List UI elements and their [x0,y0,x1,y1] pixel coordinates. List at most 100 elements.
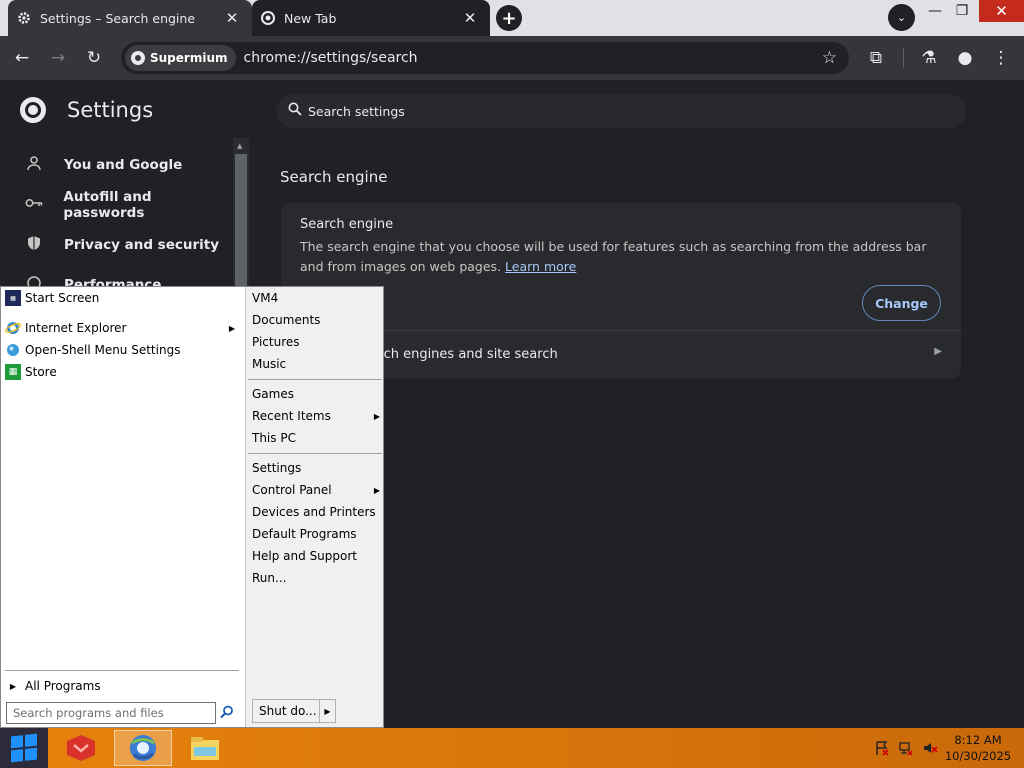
start-menu-item-run[interactable]: Run... [252,567,382,589]
settings-sidebar: You and Google Autofill and passwords Pr… [0,145,232,305]
taskbar-app-icon[interactable] [52,730,110,766]
bookmark-star-icon[interactable]: ☆ [822,48,837,68]
search-icon[interactable] [220,705,234,723]
chrome-icon [252,0,284,36]
sidebar-item-label: Autofill and passwords [63,189,152,221]
shutdown-options-arrow-icon[interactable]: ▶ [319,700,335,722]
start-screen-icon: ▦ [5,290,21,306]
taskbar-file-explorer-icon[interactable] [176,730,234,766]
clock-time: 8:12 AM [954,733,1002,747]
card-heading: Search engine [300,217,394,232]
person-icon [24,155,44,175]
shutdown-button[interactable]: Shut do... ▶ [252,699,336,723]
system-clock[interactable]: 8:12 AM 10/30/2025 [940,732,1016,764]
address-bar[interactable]: Supermium chrome://settings/search ☆ [121,42,849,74]
submenu-arrow-icon: ▶ [373,485,380,495]
all-programs-label: All Programs [25,679,101,693]
window-close-button[interactable]: ✕ [979,0,1024,22]
start-menu-item-label: Open-Shell Menu Settings [25,343,181,357]
page-title: Settings [67,98,154,122]
windows-logo-icon [11,733,37,763]
tab-search-button[interactable]: ⌄ [888,4,915,31]
start-menu-item-pictures[interactable]: Pictures [252,331,382,353]
clock-date: 10/30/2025 [944,749,1012,763]
card-description: The search engine that you choose will b… [300,237,940,277]
start-menu-item-control-panel[interactable]: Control Panel ▶ [252,479,382,501]
menu-icon[interactable]: ⋮ [987,44,1015,72]
scrollbar-thumb[interactable] [235,154,247,288]
divider [248,453,382,454]
chevron-right-icon: ▶ [934,346,942,357]
submenu-arrow-icon: ▶ [373,411,380,421]
reload-button[interactable]: ↻ [80,44,108,72]
start-menu-item-help-support[interactable]: Help and Support [252,545,382,567]
url-text[interactable]: chrome://settings/search [244,50,418,66]
start-menu-item-label: Store [25,365,57,379]
sidebar-item-you-and-google[interactable]: You and Google [0,145,232,185]
search-programs-input[interactable]: Search programs and files [6,702,216,724]
start-menu-item-label: Control Panel [252,483,332,497]
tab-new-tab[interactable]: New Tab ✕ [252,0,490,36]
toolbar-divider [903,48,904,68]
network-icon[interactable] [898,740,914,756]
start-menu-item-label: Internet Explorer [25,321,127,335]
taskbar: 8:12 AM 10/30/2025 [0,728,1024,768]
site-info-chip[interactable]: Supermium [125,45,236,71]
gear-icon [8,0,40,36]
shutdown-label: Shut do... [259,704,317,718]
profile-icon[interactable]: ● [951,44,979,72]
tab-settings[interactable]: Settings – Search engine ✕ [8,0,252,36]
start-button[interactable] [0,728,48,768]
start-menu-item-vm4[interactable]: VM4 [252,287,382,309]
start-menu-item-recent-items[interactable]: Recent Items ▶ [252,405,382,427]
submenu-arrow-icon: ▶ [228,323,235,333]
sidebar-item-label: You and Google [64,157,183,173]
manage-search-engines-row[interactable]: Manage search engines and site search ▶ [300,331,942,377]
start-menu-item-start-screen[interactable]: ▦ Start Screen [1,287,241,309]
scroll-up-arrow-icon[interactable]: ▲ [237,142,242,150]
all-programs-button[interactable]: ▶ All Programs [1,675,241,697]
start-menu-item-label: Start Screen [25,291,100,305]
start-menu-item-devices-printers[interactable]: Devices and Printers [252,501,382,523]
search-icon [288,102,302,120]
extensions-icon[interactable]: ⧉ [862,44,890,72]
sidebar-item-autofill[interactable]: Autofill and passwords [0,185,232,225]
start-menu-item-documents[interactable]: Documents [252,309,382,331]
shield-icon [24,235,44,255]
store-icon: ▦ [5,364,21,380]
divider [248,379,382,380]
restore-button[interactable]: ❐ [944,0,980,22]
site-chip-label: Supermium [150,51,228,65]
start-menu-item-open-shell-settings[interactable]: Open-Shell Menu Settings [1,339,241,361]
start-menu-item-music[interactable]: Music [252,353,382,375]
back-button[interactable]: ← [8,44,36,72]
new-tab-button[interactable]: + [496,5,522,31]
change-search-engine-button[interactable]: Change [862,285,941,321]
start-menu-item-settings[interactable]: Settings [252,457,382,479]
sidebar-item-privacy[interactable]: Privacy and security [0,225,232,265]
forward-button[interactable]: → [44,44,72,72]
taskbar-browser-icon[interactable] [114,730,172,766]
labs-flask-icon[interactable]: ⚗ [915,44,943,72]
tab-title: Settings – Search engine [40,10,196,26]
close-icon[interactable]: ✕ [222,8,242,28]
volume-muted-icon[interactable] [922,740,938,756]
tab-title: New Tab [284,10,337,26]
key-icon [24,197,43,213]
start-menu-item-default-programs[interactable]: Default Programs [252,523,382,545]
divider [5,670,239,671]
search-placeholder: Search settings [308,103,405,119]
sidebar-scrollbar[interactable]: ▲ [233,138,249,288]
triangle-right-icon: ▶ [9,681,17,691]
start-menu-item-internet-explorer[interactable]: Internet Explorer ▶ [1,317,241,339]
chrome-logo-icon [20,97,46,123]
start-menu-places-pane: VM4 Documents Pictures Music Games Recen… [245,287,383,727]
close-icon[interactable]: ✕ [460,8,480,28]
start-menu-item-store[interactable]: ▦ Store [1,361,241,383]
learn-more-link[interactable]: Learn more [505,259,576,274]
search-settings-input[interactable]: Search settings [276,94,966,128]
start-menu-item-this-pc[interactable]: This PC [252,427,382,449]
start-menu-item-games[interactable]: Games [252,383,382,405]
open-shell-icon [5,342,21,358]
action-center-flag-icon[interactable] [874,740,890,756]
